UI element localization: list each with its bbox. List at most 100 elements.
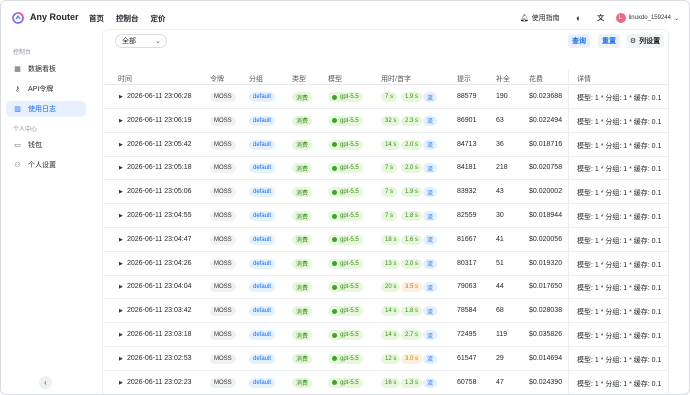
col-type[interactable]: 类型 xyxy=(292,74,306,84)
group-tag: default xyxy=(249,211,276,221)
top-right-actions: 🔔︎ 使用指南 ◐ 文 L linuxdo_159244 ⌄ xyxy=(516,10,679,26)
group-tag: default xyxy=(249,187,276,198)
reset-button[interactable]: 重置 xyxy=(598,34,620,48)
collapse-sidebar-button[interactable]: ‹ xyxy=(39,376,52,389)
col-duration[interactable]: 用时/首字 xyxy=(381,74,411,84)
row-time: 2026-06-11 23:04:04 xyxy=(127,283,192,291)
app-logo-icon[interactable] xyxy=(12,12,24,24)
model-name: gpt-5.5 xyxy=(340,355,359,362)
nav-console[interactable]: 控制台 xyxy=(116,13,139,24)
token-tag: MOSS xyxy=(210,353,236,364)
chevron-down-icon: ⌄ xyxy=(673,15,679,22)
stream-tag: 流 xyxy=(423,330,438,340)
first-token-tag: 3.5 s xyxy=(401,282,423,293)
stream-tag: 流 xyxy=(423,353,438,364)
expand-row-icon[interactable]: ▶ xyxy=(119,142,123,148)
table-row[interactable]: ▶ 2026-06-11 23:06:19 MOSS default 消费 gpt-5.5… xyxy=(103,110,668,133)
table-row[interactable]: ▶ 2026-06-11 23:03:42 MOSS default 消费 gpt-5.5… xyxy=(103,300,668,324)
table-row[interactable]: ▶ 2026-06-11 23:04:04 MOSS default 消费 gpt-5.5… xyxy=(103,276,668,300)
expand-row-icon[interactable]: ▶ xyxy=(119,356,123,362)
token-tag: MOSS xyxy=(210,92,236,102)
row-cost: $0.035826 xyxy=(529,331,563,338)
expand-row-icon[interactable]: ▶ xyxy=(119,94,123,100)
guide-label: 使用指南 xyxy=(531,15,560,22)
row-prompt: 61547 xyxy=(457,354,477,362)
model-tag[interactable]: gpt-5.5 xyxy=(328,306,363,317)
app-title[interactable]: Any Router xyxy=(30,12,79,22)
expand-row-icon[interactable]: ▶ xyxy=(119,237,123,243)
row-prompt: 80317 xyxy=(457,259,477,267)
first-token-tag: 2.0 s xyxy=(401,258,423,269)
model-tag[interactable]: gpt-5.5 xyxy=(328,92,363,102)
sidebar-item-settings[interactable]: ⚇ 个人设置 xyxy=(6,157,86,173)
type-tag: 消费 xyxy=(292,282,313,293)
model-tag[interactable]: gpt-5.5 xyxy=(328,234,363,245)
model-tag[interactable]: gpt-5.5 xyxy=(328,330,363,340)
table-row[interactable]: ▶ 2026-06-11 23:04:55 MOSS default 消费 gpt-5.5… xyxy=(103,205,668,228)
model-name: gpt-5.5 xyxy=(340,165,359,172)
sidebar-item-dashboard[interactable]: ▦ 数据看板 xyxy=(6,61,86,77)
row-cost: $0.018716 xyxy=(529,140,563,148)
nav-pricing[interactable]: 定价 xyxy=(151,13,166,24)
first-token-tag: 1.8 s xyxy=(401,211,423,221)
expand-row-icon[interactable]: ▶ xyxy=(119,261,123,267)
sidebar-item-wallet[interactable]: ▭ 钱包 xyxy=(6,137,86,153)
log-type-select[interactable]: 全部 ⌄ xyxy=(115,34,167,48)
table-row[interactable]: ▶ 2026-06-11 23:02:53 MOSS default 消费 gpt-5.5… xyxy=(103,348,668,371)
table-row[interactable]: ▶ 2026-06-11 23:05:18 MOSS default 消费 gpt-5.5… xyxy=(103,157,668,181)
group-tag: default xyxy=(249,353,276,364)
row-completion: 41 xyxy=(496,235,504,243)
row-completion: 36 xyxy=(496,140,504,148)
sidebar-item-api-tokens[interactable]: ⚷ API令牌 xyxy=(6,81,86,97)
col-model[interactable]: 模型 xyxy=(328,74,342,84)
query-button[interactable]: 查询 xyxy=(568,34,590,48)
duration-tag: 32 s xyxy=(381,115,401,126)
column-settings-button[interactable]: ⚙ 列设置 xyxy=(626,34,664,48)
model-tag[interactable]: gpt-5.5 xyxy=(328,282,363,293)
model-tag[interactable]: gpt-5.5 xyxy=(328,139,363,150)
col-detail[interactable]: 详情 xyxy=(577,74,591,84)
language-icon[interactable]: 文 xyxy=(594,11,608,25)
expand-row-icon[interactable]: ▶ xyxy=(119,308,123,314)
model-tag[interactable]: gpt-5.5 xyxy=(328,353,363,364)
duration-tag: 14 s xyxy=(381,139,401,150)
col-prompt[interactable]: 提示 xyxy=(457,74,471,84)
model-tag[interactable]: gpt-5.5 xyxy=(328,163,363,174)
model-tag[interactable]: gpt-5.5 xyxy=(328,258,363,269)
expand-row-icon[interactable]: ▶ xyxy=(119,118,123,124)
col-time[interactable]: 时间 xyxy=(118,74,132,84)
user-menu[interactable]: L linuxdo_159244 ⌄ xyxy=(615,13,679,23)
col-cost[interactable]: 花费 xyxy=(529,74,543,84)
expand-row-icon[interactable]: ▶ xyxy=(119,189,123,195)
table-row[interactable]: ▶ 2026-06-11 23:05:42 MOSS default 消费 gpt-5.5… xyxy=(103,134,668,157)
group-tag: default xyxy=(249,306,276,317)
expand-row-icon[interactable]: ▶ xyxy=(119,332,123,338)
token-tag: MOSS xyxy=(210,282,236,293)
sidebar-item-usage-logs[interactable]: ▥ 使用日志 xyxy=(6,101,86,117)
row-detail: 模型: 1 * 分组: 1 * 缓存: 0.1 xyxy=(577,166,662,174)
table-row[interactable]: ▶ 2026-06-11 23:05:06 MOSS default 消费 gpt-5.5… xyxy=(103,181,668,205)
col-completion[interactable]: 补全 xyxy=(496,74,510,84)
model-tag[interactable]: gpt-5.5 xyxy=(328,211,363,221)
col-token[interactable]: 令牌 xyxy=(210,74,224,84)
theme-toggle-icon[interactable]: ◐ xyxy=(572,11,586,25)
table-row[interactable]: ▶ 2026-06-11 23:06:28 MOSS default 消费 gpt-5.5… xyxy=(103,86,668,109)
model-name: gpt-5.5 xyxy=(340,213,359,219)
model-tag[interactable]: gpt-5.5 xyxy=(328,115,363,126)
table-row[interactable]: ▶ 2026-06-11 23:03:18 MOSS default 消费 gpt-5.5… xyxy=(103,324,668,347)
guide-button[interactable]: 🔔︎ 使用指南 xyxy=(516,10,564,26)
model-tag[interactable]: gpt-5.5 xyxy=(328,377,363,388)
type-tag: 消费 xyxy=(292,306,313,317)
expand-row-icon[interactable]: ▶ xyxy=(119,213,123,219)
expand-row-icon[interactable]: ▶ xyxy=(119,380,123,386)
nav-home[interactable]: 首页 xyxy=(89,13,104,24)
model-name: gpt-5.5 xyxy=(340,308,359,315)
table-row[interactable]: ▶ 2026-06-11 23:04:26 MOSS default 消费 gpt-5.5… xyxy=(103,253,668,276)
row-completion: 43 xyxy=(496,188,504,196)
model-tag[interactable]: gpt-5.5 xyxy=(328,187,363,198)
table-row[interactable]: ▶ 2026-06-11 23:02:23 MOSS default 消费 gpt-5.5… xyxy=(103,372,668,394)
expand-row-icon[interactable]: ▶ xyxy=(119,165,123,171)
table-row[interactable]: ▶ 2026-06-11 23:04:47 MOSS default 消费 gpt-5.5… xyxy=(103,229,668,252)
expand-row-icon[interactable]: ▶ xyxy=(119,284,123,290)
col-group[interactable]: 分组 xyxy=(249,74,263,84)
